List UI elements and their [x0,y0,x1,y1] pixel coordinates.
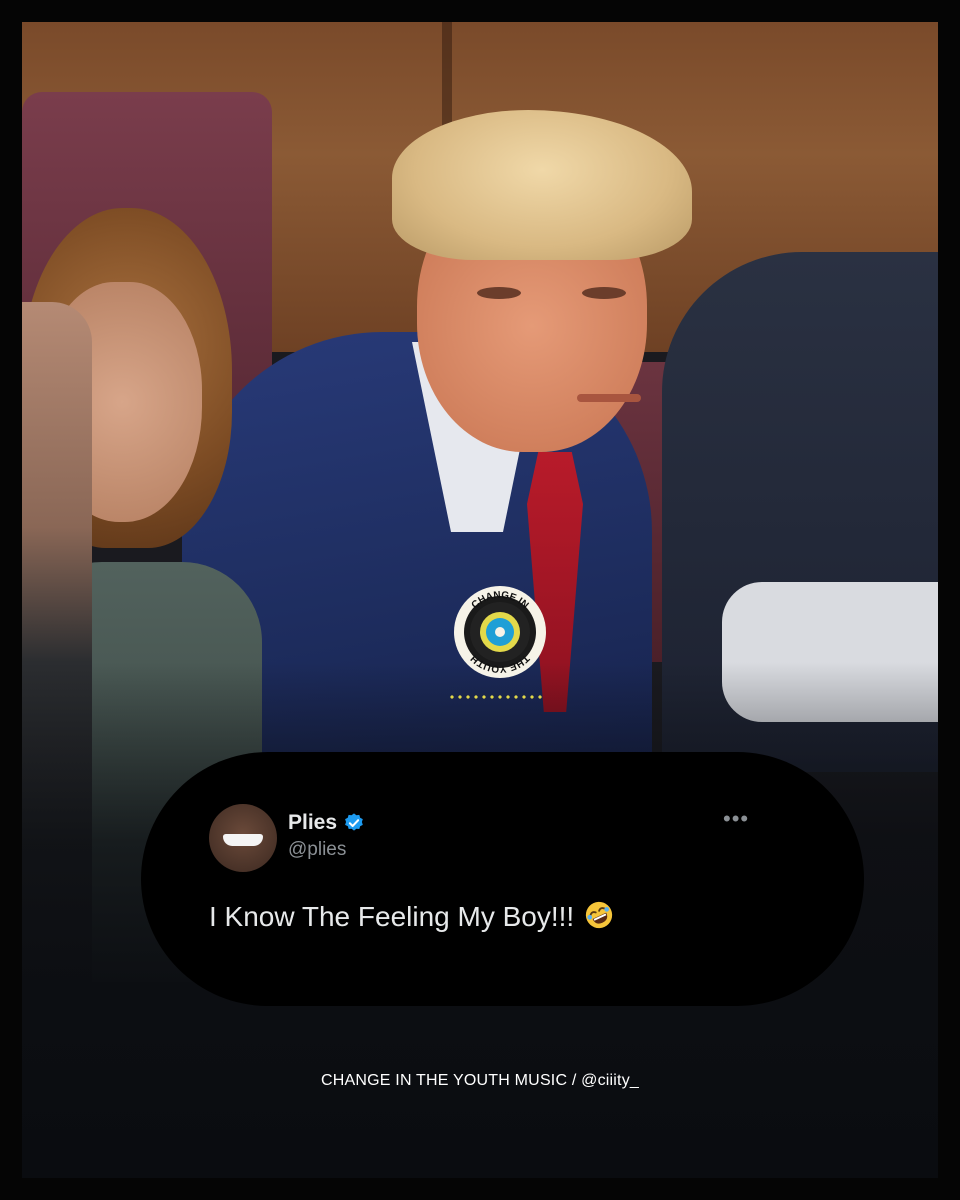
user-handle[interactable]: @plies [288,839,346,861]
center-person-eye [477,287,521,299]
tweet-body: I Know The Feeling My Boy!!! [209,900,769,933]
tweet-text: I Know The Feeling My Boy!!! [209,901,575,932]
tweet-author-row: Plies [288,808,365,838]
more-options-icon[interactable]: ••• [723,808,748,832]
post-frame: CHANGE IN THE YOUTH Plies @plies ••• I K… [0,0,960,1200]
change-in-the-youth-logo: CHANGE IN THE YOUTH [454,586,546,678]
avatar[interactable] [209,804,277,872]
avatar-smile [223,834,263,846]
tweet-card[interactable]: Plies @plies ••• I Know The Feeling My B… [141,752,864,1006]
rolling-on-floor-laughing-emoji-icon [586,901,613,929]
center-person-mouth [577,394,641,402]
logo-dotted-line [448,694,544,700]
footer-credit: CHANGE IN THE YOUTH MUSIC / @ciiity_ [321,1072,639,1089]
display-name[interactable]: Plies [288,811,337,835]
verified-badge-icon [345,813,363,831]
center-person-eye [582,287,626,299]
